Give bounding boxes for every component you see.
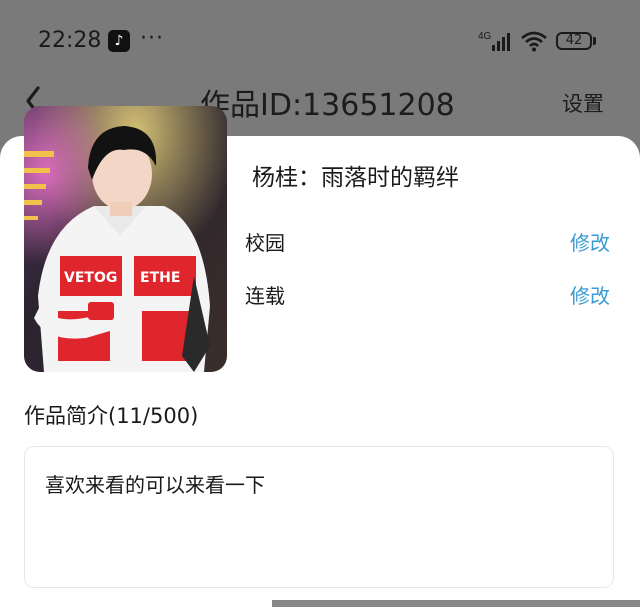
- work-title: 杨桂：雨落时的羁绊: [252, 165, 459, 191]
- page-title: 作品ID:13651208: [200, 88, 455, 123]
- jersey-text-right: ETHE: [140, 270, 180, 286]
- intro-textarea[interactable]: 喜欢来看的可以来看一下: [24, 446, 614, 588]
- status-label: 连载: [245, 284, 285, 308]
- settings-button[interactable]: 设置: [562, 88, 604, 118]
- battery-level: 42: [565, 33, 583, 48]
- bottom-bar: [272, 600, 640, 607]
- battery-icon: 42: [556, 32, 592, 50]
- cover-photo: VETOG ETHE: [24, 106, 227, 372]
- signal-icon: 4G: [478, 31, 510, 51]
- edit-category-button[interactable]: 修改: [570, 227, 610, 256]
- network-type-label: 4G: [478, 31, 492, 42]
- wifi-icon: [521, 31, 547, 52]
- category-label: 校园: [245, 231, 285, 255]
- status-bar: 22:28 ♪ ··· 4G 42: [0, 0, 640, 80]
- tiktok-notification-icon: ♪: [108, 30, 130, 52]
- intro-label: 作品简介(11/500): [24, 404, 199, 428]
- jersey-text-left: VETOG: [64, 270, 117, 286]
- more-notifications-icon: ···: [140, 26, 164, 51]
- battery-tip: [593, 37, 596, 45]
- cover-image[interactable]: VETOG ETHE: [24, 106, 227, 372]
- status-time: 22:28: [38, 28, 102, 53]
- intro-text: 喜欢来看的可以来看一下: [45, 473, 265, 497]
- edit-status-button[interactable]: 修改: [570, 280, 610, 309]
